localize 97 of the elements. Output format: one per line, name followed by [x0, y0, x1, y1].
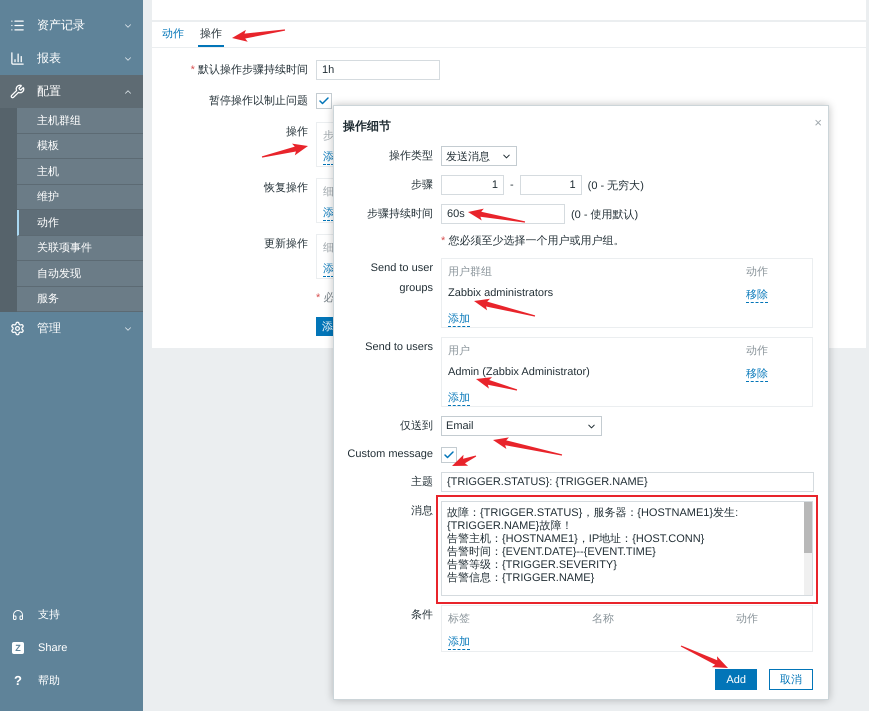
dialog-title: 操作细节 — [343, 118, 391, 135]
menu-label: 管理 — [37, 320, 62, 337]
field-label: 步骤持续时间 — [366, 207, 433, 222]
submenu-item[interactable]: 自动发现 — [17, 261, 143, 286]
add-link[interactable]: 添加 — [448, 311, 470, 327]
column-header: 用户 — [448, 344, 470, 358]
field-label: Send to user groups — [370, 261, 433, 296]
menu-label: 支持 — [38, 608, 60, 622]
annotation-arrow — [262, 144, 308, 158]
menu-label: 帮助 — [38, 674, 60, 688]
submenu-item[interactable]: 模板 — [17, 134, 143, 159]
hint-text: (0 - 无穷大) — [588, 178, 644, 192]
column-header: 名称 — [592, 612, 614, 626]
subject-field[interactable]: {TRIGGER.STATUS}: {TRIGGER.NAME} — [441, 472, 814, 492]
footer-menu-item[interactable]: ? 帮助 — [0, 664, 143, 697]
annotation-arrow — [476, 377, 518, 391]
message-line: 告警信息：{TRIGGER.NAME} — [447, 572, 596, 585]
help-icon: ? — [12, 674, 24, 686]
scrollbar[interactable] — [804, 502, 812, 595]
input-field[interactable]: 1h — [316, 60, 440, 80]
field-label: 操作类型 — [388, 149, 433, 164]
check-icon — [318, 95, 330, 107]
checkbox[interactable] — [441, 447, 457, 463]
table-cell-text: Zabbix administrators — [448, 287, 554, 301]
field-label: 更新操作 — [263, 236, 308, 252]
submenu-item[interactable]: 关联项事件 — [17, 236, 143, 261]
column-header: 动作 — [736, 612, 758, 626]
field-label: 主题 — [410, 474, 433, 490]
remove-link[interactable]: 移除 — [746, 287, 768, 303]
checkbox[interactable] — [316, 93, 332, 109]
field-label: 消息 — [410, 504, 433, 519]
required-note: * 必 — [316, 290, 334, 306]
field-label: * 默认操作步骤持续时间 — [190, 63, 308, 78]
menu-section[interactable]: 资产记录 — [0, 9, 143, 42]
column-header: 细 — [323, 185, 334, 199]
submenu-item[interactable]: 维护 — [17, 184, 143, 210]
input-field[interactable]: 60s — [441, 204, 565, 224]
headset-icon — [12, 608, 24, 620]
submenu-item[interactable]: 主机 — [17, 159, 143, 184]
menu-label: Share — [38, 642, 68, 654]
menu-section[interactable]: 配置 — [0, 75, 143, 108]
operation-type-select[interactable]: 发送消息 — [441, 146, 517, 166]
field-label: Custom message — [346, 447, 433, 462]
annotation-arrow — [468, 208, 526, 223]
column-header: 标签 — [448, 612, 470, 626]
annotation-arrow — [232, 29, 286, 42]
table-cell-text: Admin (Zabbix Administrator) — [448, 366, 590, 380]
submenu-item[interactable]: 服务 — [17, 286, 143, 312]
field-label: Send to users — [364, 340, 433, 355]
list-icon — [10, 18, 25, 33]
step-from-field[interactable]: 1 — [441, 175, 504, 195]
message-field[interactable]: 故障：{TRIGGER.STATUS}，服务器：{HOSTNAME1}发生:{TRIGGER.NAME}故障！ 告警主机：{HOSTNAME1}，IP地址：{HOST.CONN} 告警时间：{EVENT.DATE}--{EVENT.TIME} 告警等级：{TRIGGER.SEVERITY} 告警信息：{TRIGGER.NAME} — [441, 501, 813, 596]
column-header: 步 — [323, 129, 334, 143]
annotation-arrow — [493, 437, 562, 456]
menu-label: 报表 — [37, 50, 62, 67]
required-note: * 您必须至少选择一个用户或用户组。 — [441, 234, 624, 249]
column-header: 动作 — [746, 265, 768, 279]
add-link[interactable]: 添加 — [448, 634, 470, 650]
annotation-arrow — [452, 454, 476, 466]
tab[interactable]: 动作 — [160, 22, 186, 47]
range-separator: - — [510, 179, 514, 191]
cancel-button[interactable]: 取消 — [769, 669, 813, 690]
message-line: 告警主机：{HOSTNAME1}，IP地址：{HOST.CONN} — [447, 533, 706, 546]
menu-section[interactable]: 报表 — [0, 42, 143, 75]
field-label: 恢复操作 — [262, 181, 308, 196]
add-button[interactable]: Add — [715, 669, 757, 690]
message-line: 故障：{TRIGGER.STATUS}，服务器：{HOSTNAME1}发生:{TRIGGER.NAME}故障！ — [447, 507, 740, 532]
bar-chart-icon — [10, 51, 25, 66]
remove-link[interactable]: 移除 — [746, 366, 768, 382]
field-label: 条件 — [410, 608, 433, 623]
settings-icon — [10, 321, 25, 336]
wrench-icon — [10, 84, 25, 99]
column-header: 用户群组 — [448, 264, 492, 279]
menu-label: 资产记录 — [37, 17, 86, 34]
field-label: 步骤 — [410, 178, 433, 193]
tab[interactable]: 操作 — [198, 22, 224, 47]
column-header: 细 — [323, 241, 334, 255]
footer-menu-item[interactable]: 支持 — [0, 598, 143, 631]
hint-text: (0 - 使用默认) — [571, 208, 638, 222]
submenu-item[interactable]: 主机群组 — [17, 108, 143, 134]
share-icon: Z — [12, 642, 24, 654]
annotation-arrow — [474, 298, 536, 317]
check-icon — [443, 449, 455, 461]
field-label: 操作 — [285, 125, 308, 140]
menu-label: 配置 — [37, 83, 62, 100]
annotation-arrow — [680, 645, 728, 668]
menu-section[interactable]: 管理 — [0, 312, 143, 345]
field-label: 暂停操作以制止问题 — [208, 94, 308, 109]
footer-menu-item[interactable]: Z Share — [0, 631, 143, 664]
column-header: 动作 — [746, 344, 768, 358]
media-type-select[interactable]: Email — [441, 416, 602, 436]
message-line: 告警等级：{TRIGGER.SEVERITY} — [447, 559, 618, 572]
message-line: 告警时间：{EVENT.DATE}--{EVENT.TIME} — [447, 546, 657, 558]
submenu-item[interactable]: 动作 — [17, 210, 143, 236]
field-label: 仅送到 — [399, 419, 433, 434]
add-link[interactable]: 添加 — [448, 390, 470, 406]
step-to-field[interactable]: 1 — [520, 175, 582, 195]
